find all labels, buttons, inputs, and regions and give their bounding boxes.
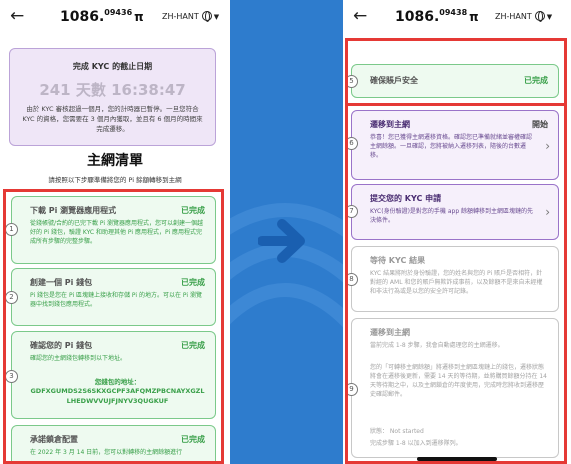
step-status: 開始 — [532, 120, 548, 129]
step-description: KYC(身份驗證)是對您的手機 app 餘額轉移到主網區塊鏈的先決條件。 — [370, 208, 534, 224]
checklist-title: 主網清單 — [87, 153, 143, 169]
step-description: 恭喜！您已獲得主網遷移資格。確認您已準備就緒並審權確認主網餘額。一旦確認，您將被… — [370, 134, 533, 159]
checklist-item-6[interactable]: 6 遷移到主網 開始 恭喜！您已獲得主網遷移資格。確認您已準備就緒並審權確認主網… — [345, 110, 559, 180]
highlight-frame-edge — [345, 38, 348, 464]
highlight-frame-edge — [564, 106, 567, 464]
top-bar: ← 1086.09436 π ZH-HANT ▼ — [0, 0, 230, 36]
highlight-frame — [345, 244, 567, 464]
globe-icon — [201, 11, 212, 22]
language-selector[interactable]: ZH-HANT ▼ — [495, 11, 553, 22]
step-title: 遷移到主網 — [370, 120, 410, 129]
checklist-item-7[interactable]: 7 提交您的 KYC 申請 KYC(身份驗證)是對您的手機 app 餘額轉移到主… — [345, 184, 559, 240]
chevron-right-icon: › — [545, 139, 550, 153]
step-title: 提交您的 KYC 申請 — [370, 194, 442, 203]
arrow-right-icon — [258, 219, 305, 263]
kyc-deadline-description: 由於 KYC 審核超過一個月，您的計時器已暫停。一旦您符合 KYC 的資格，您需… — [22, 105, 203, 133]
back-arrow-icon[interactable]: ← — [10, 6, 24, 26]
pi-balance: 1086.09436 π — [60, 8, 144, 25]
home-indicator — [417, 457, 497, 461]
countdown-timer: 241 天數 16:38:47 — [39, 81, 186, 99]
phone-screen-right: ← 1086.09438 π ZH-HANT ▼ 5 確保賬戶安全 已完成 6 遷移… — [343, 0, 571, 464]
kyc-deadline-title: 完成 KYC 的截止日期 — [72, 62, 153, 71]
pi-balance: 1086.09438 π — [395, 8, 479, 25]
kyc-deadline-panel: 完成 KYC 的截止日期 241 天數 16:38:47 由於 KYC 審核超過… — [9, 48, 216, 146]
highlight-frame — [3, 189, 224, 464]
chevron-down-icon: ▼ — [546, 13, 553, 21]
globe-icon — [534, 11, 545, 22]
chevron-down-icon: ▼ — [213, 13, 220, 21]
language-selector[interactable]: ZH-HANT ▼ — [162, 11, 220, 22]
back-arrow-icon[interactable]: ← — [353, 6, 367, 26]
top-bar: ← 1086.09438 π ZH-HANT ▼ — [343, 0, 571, 36]
phone-screen-left: ← 1086.09436 π ZH-HANT ▼ 完成 KYC 的截止日期 241 … — [0, 0, 230, 464]
highlight-frame — [345, 38, 567, 106]
chevron-right-icon: › — [545, 205, 550, 219]
checklist-subtitle: 請按照以下步驟準備將您的 Pi 餘額轉移到主網 — [48, 176, 182, 184]
